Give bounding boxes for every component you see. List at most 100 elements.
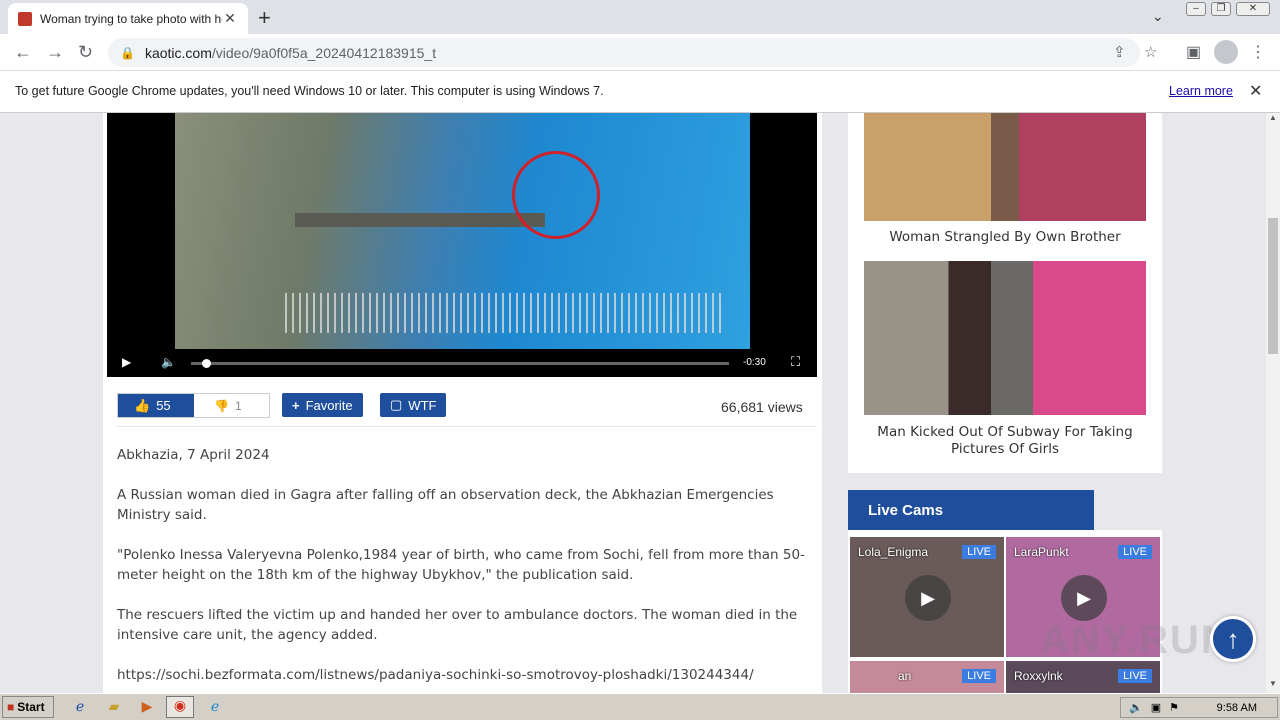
progress-track[interactable] <box>191 362 729 365</box>
url-host: kaotic.com <box>144 44 212 61</box>
browser-toolbar: ← → ↻ 🔒 kaotic.com/video/9a0f0f5a_202404… <box>0 34 1280 71</box>
cam-tile[interactable]: Lola_Enigma LIVE ▶ <box>850 537 1004 657</box>
favorite-button[interactable]: + Favorite <box>282 393 363 417</box>
cam-name: Lola_Enigma <box>858 545 929 559</box>
cam-name: an <box>898 669 912 683</box>
scroll-to-top-button[interactable]: ↑ <box>1210 616 1256 662</box>
cam-tile[interactable]: an LIVE <box>850 661 1004 693</box>
play-icon[interactable]: ▶ <box>905 575 951 621</box>
share-icon[interactable]: ⇪ <box>1113 43 1126 61</box>
related-thumbnail[interactable] <box>864 261 1146 415</box>
start-label: Start <box>17 700 45 714</box>
windows-logo-icon: ■ <box>7 700 15 714</box>
tab-title: Woman trying to take photo with he <box>40 11 222 26</box>
tab-strip: Woman trying to take photo with he ✕ + ⌄… <box>0 0 1280 34</box>
related-thumbnail[interactable] <box>864 113 1146 221</box>
page-viewport: ▶ 🔈 -0:30 ⛶ 👍 55 👎 1 + Favorite ▢ WTF 66,681… <box>0 113 1266 693</box>
infobar-close-icon[interactable]: ✕ <box>1249 81 1262 101</box>
dislike-button[interactable]: 👎 1 <box>194 394 269 417</box>
related-caption[interactable]: Man Kicked Out Of Subway For Taking Pict… <box>864 424 1146 458</box>
ie-icon[interactable]: ℯ <box>70 698 90 716</box>
plus-icon: + <box>292 397 300 413</box>
windows-taskbar: ■ Start ℯ ▰ ▶ ◉ ℯ 🔈 ▣ ⚑ 9:58 AM <box>0 693 1280 720</box>
video-deck-shape <box>295 213 545 227</box>
profile-avatar[interactable] <box>1214 40 1238 64</box>
edge-icon[interactable]: ℯ <box>205 698 225 716</box>
video-controls: ▶ 🔈 -0:30 ⛶ <box>107 349 817 377</box>
update-infobar: To get future Google Chrome updates, you… <box>0 71 1280 113</box>
system-tray: 🔈 ▣ ⚑ 9:58 AM <box>1120 697 1278 718</box>
video-frame <box>175 113 750 349</box>
tab-search-chevron-icon[interactable]: ⌄ <box>1152 8 1164 25</box>
video-railing-shape <box>285 293 725 333</box>
favorite-label: Favorite <box>305 397 353 413</box>
highlight-circle <box>512 151 600 239</box>
side-panel-icon[interactable]: ▣ <box>1186 42 1201 62</box>
minimize-button[interactable]: – <box>1186 2 1206 16</box>
fullscreen-icon[interactable]: ⛶ <box>791 354 800 370</box>
new-tab-button[interactable]: + <box>258 5 271 31</box>
related-caption[interactable]: Woman Strangled By Own Brother <box>864 229 1146 246</box>
rating-box: 👍 55 👎 1 <box>117 393 270 418</box>
main-content: ▶ 🔈 -0:30 ⛶ 👍 55 👎 1 + Favorite ▢ WTF 66,681… <box>103 113 822 693</box>
cam-tile[interactable]: Roxxylnk LIVE <box>1006 661 1160 693</box>
live-badge: LIVE <box>1118 545 1152 559</box>
close-window-button[interactable]: ✕ <box>1236 2 1270 16</box>
volume-tray-icon[interactable]: 🔈 <box>1129 701 1143 714</box>
chrome-icon[interactable]: ◉ <box>166 696 194 718</box>
flag-tray-icon[interactable]: ⚑ <box>1169 701 1179 714</box>
play-icon[interactable]: ▶ <box>122 355 131 369</box>
url-path: /video/9a0f0f5a_20240412183915_t <box>211 44 437 61</box>
infobar-message: To get future Google Chrome updates, you… <box>15 84 604 98</box>
live-badge: LIVE <box>962 545 996 559</box>
article-paragraph: Abkhazia, 7 April 2024 <box>117 447 270 463</box>
page-scrollbar[interactable]: ▲ ▼ <box>1266 113 1280 693</box>
time-remaining: -0:30 <box>743 357 766 368</box>
dislike-count: 1 <box>234 398 242 413</box>
cam-name: LaraPunkt <box>1014 545 1069 559</box>
article-paragraph: A Russian woman died in Gagra after fall… <box>117 487 774 523</box>
article-paragraph: "Polenko Inessa Valeryevna Polenko,1984 … <box>117 547 805 583</box>
address-bar[interactable]: 🔒 kaotic.com/video/9a0f0f5a_202404121839… <box>108 38 1157 67</box>
arrow-up-icon: ↑ <box>1226 623 1240 654</box>
scroll-down-icon[interactable]: ▼ <box>1269 679 1277 688</box>
article-paragraph: The rescuers lifted the victim up and ha… <box>117 607 798 643</box>
reload-icon[interactable]: ↻ <box>78 42 93 63</box>
source-link[interactable]: https://sochi.bezformata.com/listnews/pa… <box>117 665 817 685</box>
site-favicon-icon <box>18 11 32 26</box>
bookmark-star-icon[interactable]: ☆ <box>1144 43 1157 61</box>
lock-icon: 🔒 <box>120 45 135 60</box>
watermark-logo: ANY.RUN <box>1040 618 1232 662</box>
wtf-label: WTF <box>408 397 437 413</box>
play-icon[interactable]: ▶ <box>1061 575 1107 621</box>
scrollbar-thumb[interactable] <box>1268 218 1278 354</box>
like-button[interactable]: 👍 55 <box>118 394 194 417</box>
volume-icon[interactable]: 🔈 <box>161 355 176 369</box>
media-player-icon[interactable]: ▶ <box>137 698 157 716</box>
start-button[interactable]: ■ Start <box>2 696 54 718</box>
progress-knob[interactable] <box>201 359 211 368</box>
cam-name: Roxxylnk <box>1014 669 1063 683</box>
thumbs-up-icon: 👍 <box>134 397 151 413</box>
video-player[interactable]: ▶ 🔈 -0:30 ⛶ <box>107 113 817 377</box>
live-cams-heading: Live Cams <box>848 490 1094 530</box>
tab-close-icon[interactable]: ✕ <box>222 10 238 27</box>
scroll-up-icon[interactable]: ▲ <box>1269 113 1277 122</box>
forward-arrow-icon[interactable]: → <box>46 42 64 63</box>
thumbs-down-icon: 👎 <box>214 398 229 413</box>
browser-tab[interactable]: Woman trying to take photo with he ✕ <box>8 3 248 34</box>
view-count: 66,681 views <box>721 399 803 415</box>
restore-button[interactable]: ❐ <box>1211 2 1231 16</box>
live-cams-grid: Lola_Enigma LIVE ▶ LaraPunkt LIVE ▶ an L… <box>848 530 1162 693</box>
learn-more-link[interactable]: Learn more <box>1169 84 1233 98</box>
related-sidebar: Woman Strangled By Own Brother Man Kicke… <box>848 113 1162 473</box>
wtf-button[interactable]: ▢ WTF <box>380 393 447 417</box>
clock: 9:58 AM <box>1216 701 1257 714</box>
wtf-icon: ▢ <box>390 397 403 412</box>
live-badge: LIVE <box>1118 669 1152 683</box>
network-tray-icon[interactable]: ▣ <box>1151 701 1161 714</box>
like-count: 55 <box>156 398 171 413</box>
menu-kebab-icon[interactable]: ⋮ <box>1250 42 1266 62</box>
folder-icon[interactable]: ▰ <box>104 698 124 716</box>
back-arrow-icon[interactable]: ← <box>14 42 32 63</box>
